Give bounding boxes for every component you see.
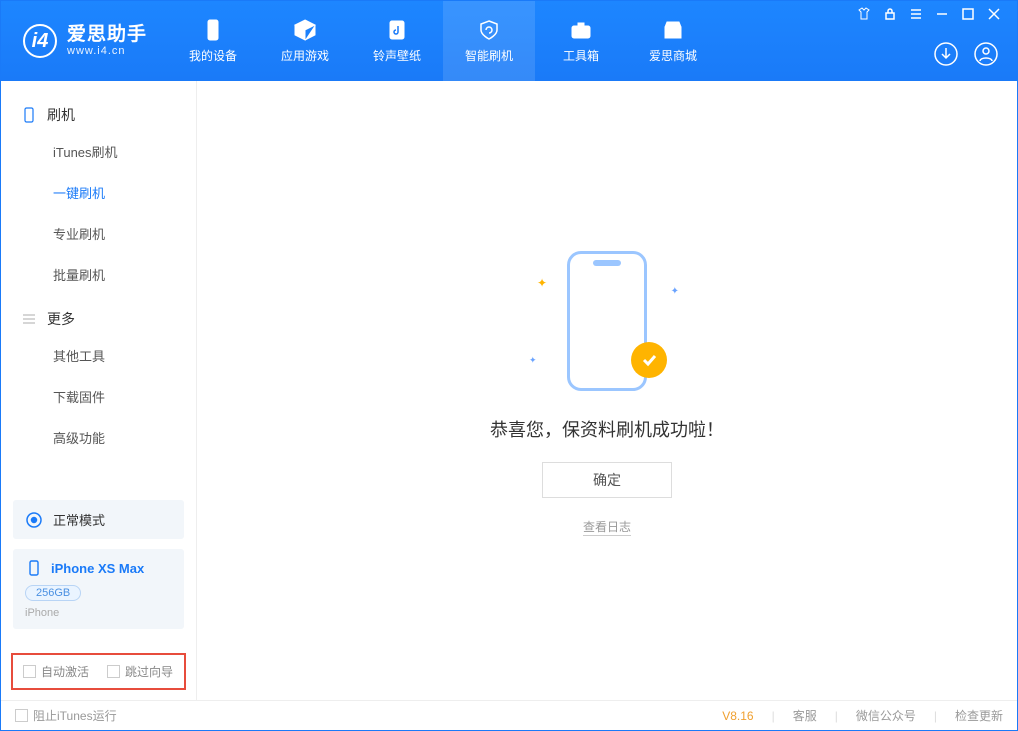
footer-link-wechat[interactable]: 微信公众号 [856,707,916,724]
device-panel[interactable]: iPhone XS Max 256GB iPhone [13,549,184,629]
nav-label: 爱思商城 [649,47,697,64]
sidebar-group-more: 更多 [1,295,196,335]
phone-icon [201,18,225,42]
menu-icon[interactable] [909,7,923,21]
sidebar-group-label: 更多 [47,309,75,329]
footer-link-update[interactable]: 检查更新 [955,707,1003,724]
refresh-shield-icon [477,18,501,42]
success-message: 恭喜您，保资料刷机成功啦！ [490,416,724,442]
nav-label: 铃声壁纸 [373,47,421,64]
checkbox-label: 阻止iTunes运行 [33,707,117,724]
sidebar-group-label: 刷机 [47,105,75,125]
nav-label: 工具箱 [563,47,599,64]
sidebar: 刷机 iTunes刷机 一键刷机 专业刷机 批量刷机 更多 其他工具 下载固件 … [1,81,197,700]
nav-flash[interactable]: 智能刷机 [443,1,535,81]
minimize-icon[interactable] [935,7,949,21]
app-subtitle: www.i4.cn [67,45,147,57]
download-icon[interactable] [933,41,959,67]
toolbox-icon [569,18,593,42]
nav-toolbox[interactable]: 工具箱 [535,1,627,81]
nav-label: 我的设备 [189,47,237,64]
checkbox-icon [15,709,28,722]
sidebar-item-other-tools[interactable]: 其他工具 [1,335,196,376]
list-icon [21,311,37,327]
footer-link-support[interactable]: 客服 [793,707,817,724]
checkbox-label: 自动激活 [41,663,89,680]
nav-ringtones[interactable]: 铃声壁纸 [351,1,443,81]
view-log-link[interactable]: 查看日志 [583,518,631,536]
store-icon [661,18,685,42]
mode-icon [25,511,43,529]
logo: i4 爱思助手 www.i4.cn [1,1,167,81]
sidebar-item-itunes-flash[interactable]: iTunes刷机 [1,131,196,172]
device-type: iPhone [25,607,59,619]
nav-label: 应用游戏 [281,47,329,64]
sidebar-item-oneclick-flash[interactable]: 一键刷机 [1,172,196,213]
phone-outline-icon [21,107,37,123]
sidebar-item-batch-flash[interactable]: 批量刷机 [1,254,196,295]
highlighted-options: 自动激活 跳过向导 [11,653,186,690]
app-title: 爱思助手 [67,25,147,46]
device-name: iPhone XS Max [51,561,144,576]
music-file-icon [385,18,409,42]
status-bar: 阻止iTunes运行 V8.16 | 客服 | 微信公众号 | 检查更新 [1,700,1017,730]
window-controls [857,1,1005,21]
nav-my-device[interactable]: 我的设备 [167,1,259,81]
device-storage-badge: 256GB [25,585,81,601]
confirm-button[interactable]: 确定 [542,462,672,498]
sparkle-icon: ✦ [537,276,547,290]
user-icon[interactable] [973,41,999,67]
nav-apps[interactable]: 应用游戏 [259,1,351,81]
sparkle-icon: ✦ [529,355,537,366]
check-badge-icon [631,342,667,378]
sidebar-item-advanced[interactable]: 高级功能 [1,417,196,458]
nav-label: 智能刷机 [465,47,513,64]
mode-label: 正常模式 [53,510,105,529]
lock-icon[interactable] [883,7,897,21]
checkbox-skip-guide[interactable]: 跳过向导 [107,663,173,680]
cube-icon [293,18,317,42]
version-label: V8.16 [722,709,753,723]
checkbox-auto-activate[interactable]: 自动激活 [23,663,89,680]
tshirt-icon[interactable] [857,7,871,21]
top-nav: 我的设备 应用游戏 铃声壁纸 智能刷机 工具箱 爱思商城 [167,1,719,81]
checkbox-block-itunes[interactable]: 阻止iTunes运行 [15,707,117,724]
checkbox-icon [107,665,120,678]
close-icon[interactable] [987,7,1001,21]
device-icon [25,559,43,577]
sidebar-item-download-firmware[interactable]: 下载固件 [1,376,196,417]
logo-icon: i4 [23,24,57,58]
app-header: i4 爱思助手 www.i4.cn 我的设备 应用游戏 铃声壁纸 智能刷机 工具… [1,1,1017,81]
sparkle-icon: ✦ [671,286,679,297]
success-illustration: ✦ ✦ ✦ [517,246,697,396]
main-content: ✦ ✦ ✦ 恭喜您，保资料刷机成功啦！ 确定 查看日志 [197,81,1017,700]
checkbox-label: 跳过向导 [125,663,173,680]
nav-store[interactable]: 爱思商城 [627,1,719,81]
sidebar-item-pro-flash[interactable]: 专业刷机 [1,213,196,254]
mode-panel[interactable]: 正常模式 [13,500,184,539]
checkbox-icon [23,665,36,678]
maximize-icon[interactable] [961,7,975,21]
sidebar-group-flash: 刷机 [1,91,196,131]
